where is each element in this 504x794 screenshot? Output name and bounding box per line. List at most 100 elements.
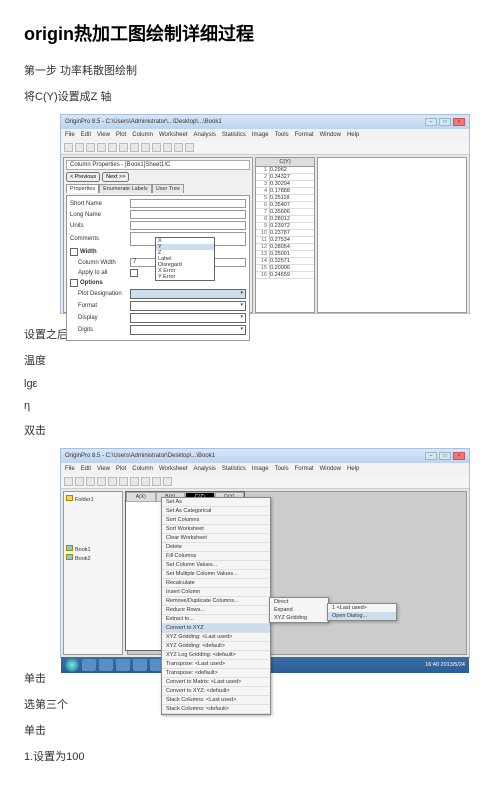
sub-direct[interactable]: Direct <box>270 598 328 606</box>
mi-loggrid[interactable]: XYZ Log Gridding: <default> <box>162 651 270 660</box>
mi-delete[interactable]: Delete <box>162 543 270 552</box>
sub-xyzgrid[interactable]: XYZ Gridding <box>270 614 328 622</box>
toolbar-button[interactable] <box>119 143 128 152</box>
toolbar-button[interactable] <box>152 477 161 486</box>
menu-statistics[interactable]: Statistics <box>222 466 246 472</box>
task-button[interactable] <box>99 659 113 671</box>
cell[interactable]: 0.35407 <box>270 202 290 208</box>
sub2-lastused[interactable]: 1 <Last used> <box>328 604 396 612</box>
select-format[interactable] <box>130 301 246 311</box>
input-longname[interactable] <box>130 210 246 219</box>
toolbar-button[interactable] <box>97 143 106 152</box>
tab-usertree[interactable]: User Tree <box>152 184 184 193</box>
cell[interactable]: 0.32571 <box>270 258 290 264</box>
mi-setas[interactable]: Set As <box>162 498 270 507</box>
mi-sortws[interactable]: Sort Worksheet <box>162 525 270 534</box>
mi-setmulti[interactable]: Set Multiple Column Values... <box>162 570 270 579</box>
mi-trans2[interactable]: Transpose: <default> <box>162 669 270 678</box>
task-button[interactable] <box>82 659 96 671</box>
cell[interactable]: 0.2962 <box>270 167 287 173</box>
sub2-opendialog[interactable]: Open Dialog... <box>328 612 396 620</box>
col-a[interactable]: A(X) <box>126 492 156 502</box>
next-button[interactable]: Next >> <box>102 172 129 182</box>
cell[interactable]: 0.20006 <box>270 265 290 271</box>
mi-grid1[interactable]: XYZ Gridding: <Last used> <box>162 633 270 642</box>
menu-view[interactable]: View <box>97 466 110 472</box>
menu-statistics[interactable]: Statistics <box>222 132 246 138</box>
proj-book2[interactable]: Book2 <box>66 554 120 562</box>
mi-setcolval[interactable]: Set Column Values... <box>162 561 270 570</box>
toolbar-button[interactable] <box>64 477 73 486</box>
toolbar-button[interactable] <box>163 143 172 152</box>
menu-plot[interactable]: Plot <box>116 466 126 472</box>
select-plotdes[interactable] <box>130 289 246 299</box>
toolbar-button[interactable] <box>97 477 106 486</box>
input-shortname[interactable] <box>130 199 246 208</box>
menu-window[interactable]: Window <box>320 132 341 138</box>
toolbar-button[interactable] <box>108 477 117 486</box>
mi-grid2[interactable]: XYZ Gridding: <default> <box>162 642 270 651</box>
menu-help[interactable]: Help <box>347 132 359 138</box>
tab-properties[interactable]: Properties <box>66 184 99 193</box>
mi-convxyz2[interactable]: Convert to XYZ: <default> <box>162 687 270 696</box>
checkbox-applyall[interactable] <box>130 269 138 277</box>
mi-fillcol[interactable]: Fill Columns <box>162 552 270 561</box>
mi-extract[interactable]: Extract to... <box>162 615 270 624</box>
toolbar-button[interactable] <box>141 477 150 486</box>
menu-worksheet[interactable]: Worksheet <box>159 132 188 138</box>
cell[interactable]: 0.28054 <box>270 244 290 250</box>
tab-enumerate[interactable]: Enumerate Labels <box>99 184 152 193</box>
cell[interactable]: 0.24659 <box>270 272 290 278</box>
toolbar-button[interactable] <box>75 477 84 486</box>
cell[interactable]: 0.35606 <box>270 209 290 215</box>
menu-file[interactable]: File <box>65 132 75 138</box>
maximize-button[interactable]: □ <box>439 452 451 460</box>
toolbar-button[interactable] <box>163 477 172 486</box>
menu-window[interactable]: Window <box>320 466 341 472</box>
previous-button[interactable]: < Previous <box>66 172 100 182</box>
checkbox-width[interactable] <box>70 248 78 256</box>
input-units[interactable] <box>130 221 246 230</box>
toolbar-button[interactable] <box>75 143 84 152</box>
cell[interactable]: 0.25001 <box>270 251 290 257</box>
mi-removedup[interactable]: Remove/Duplicate Columns... <box>162 597 270 606</box>
proj-folder[interactable]: Folder1 <box>66 495 120 503</box>
menu-column[interactable]: Column <box>132 466 153 472</box>
select-digits[interactable] <box>130 325 246 335</box>
close-button[interactable]: × <box>453 118 465 126</box>
toolbar-button[interactable] <box>152 143 161 152</box>
toolbar-button[interactable] <box>130 477 139 486</box>
mi-convmat[interactable]: Convert to Matrix: <Last used> <box>162 678 270 687</box>
toolbar-button[interactable] <box>141 143 150 152</box>
checkbox-options[interactable] <box>70 279 78 287</box>
menu-tools[interactable]: Tools <box>275 132 289 138</box>
menu-image[interactable]: Image <box>252 466 269 472</box>
menu-edit[interactable]: Edit <box>81 132 91 138</box>
cell[interactable]: 0.23787 <box>270 230 290 236</box>
maximize-button[interactable]: □ <box>439 118 451 126</box>
task-button[interactable] <box>116 659 130 671</box>
menu-view[interactable]: View <box>97 132 110 138</box>
toolbar-button[interactable] <box>119 477 128 486</box>
menu-tools[interactable]: Tools <box>275 466 289 472</box>
toolbar-button[interactable] <box>108 143 117 152</box>
toolbar-button[interactable] <box>174 143 183 152</box>
mi-clearws[interactable]: Clear Worksheet <box>162 534 270 543</box>
menu-plot[interactable]: Plot <box>116 132 126 138</box>
cell[interactable]: 0.30294 <box>270 181 290 187</box>
cell[interactable]: 0.27534 <box>270 237 290 243</box>
mi-sortcol[interactable]: Sort Columns <box>162 516 270 525</box>
close-button[interactable]: × <box>453 452 465 460</box>
toolbar-button[interactable] <box>64 143 73 152</box>
cell[interactable]: 0.17888 <box>270 188 290 194</box>
menu-analysis[interactable]: Analysis <box>194 466 216 472</box>
menu-file[interactable]: File <box>65 466 75 472</box>
dropdown-yerror[interactable]: Y Error <box>156 274 214 280</box>
menu-column[interactable]: Column <box>132 132 153 138</box>
mi-stack1[interactable]: Stack Columns: <Last used> <box>162 696 270 705</box>
menu-analysis[interactable]: Analysis <box>194 132 216 138</box>
mi-convertxyz[interactable]: Convert to XYZ <box>162 624 270 633</box>
menu-help[interactable]: Help <box>347 466 359 472</box>
sub-expand[interactable]: Expand <box>270 606 328 614</box>
menu-format[interactable]: Format <box>295 466 314 472</box>
